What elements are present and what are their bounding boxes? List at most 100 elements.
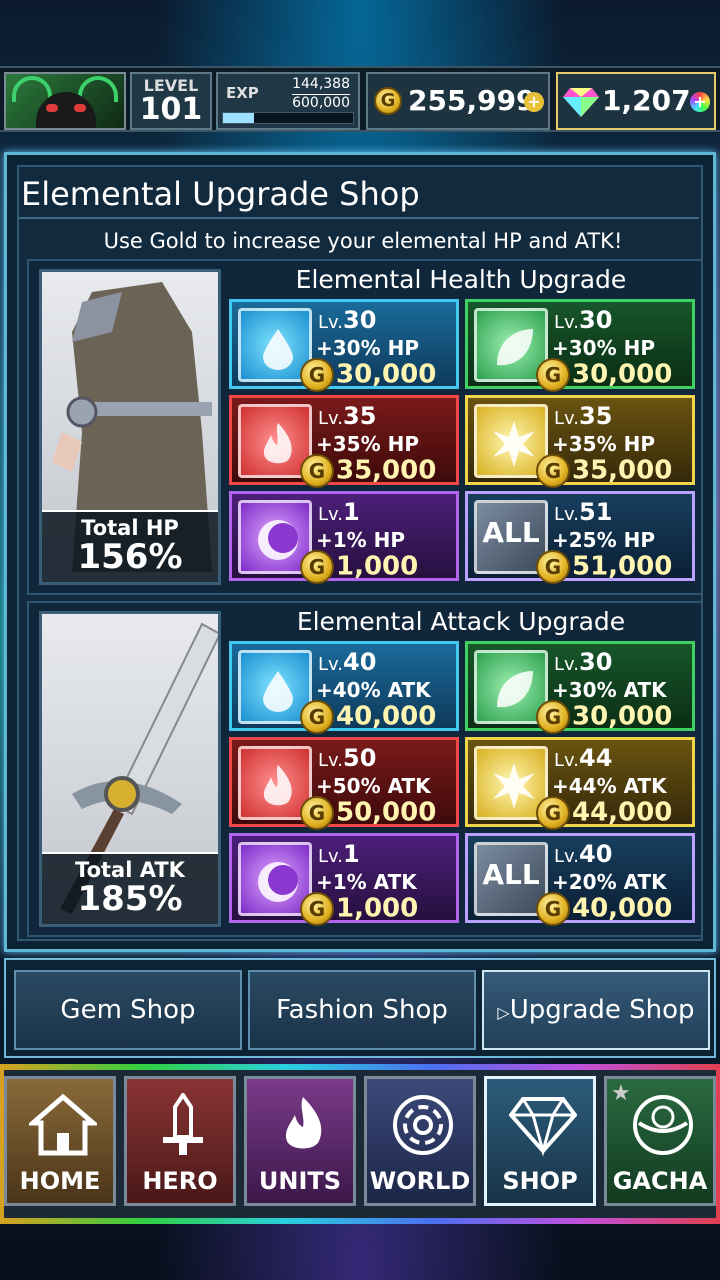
nav-shop-label: SHOP (502, 1167, 578, 1195)
gold-coin-icon: G (300, 892, 334, 926)
health-upgrade-tile-water[interactable]: Lv.30 +30% HP G 30,000 (229, 299, 459, 392)
attack-upgrade-tile-fire[interactable]: Lv.50 +50% ATK G 50,000 (229, 737, 459, 830)
tile-level-prefix: Lv. (554, 408, 580, 429)
tile-cost: G 30,000 (536, 700, 672, 734)
gem-counter[interactable]: 1,207 + (556, 72, 716, 130)
tile-cost-value: 30,000 (336, 359, 437, 390)
tile-bonus: +40% ATK (316, 678, 431, 702)
gold-coin-icon: G (536, 892, 570, 926)
gold-coin-icon: G (300, 700, 334, 734)
tile-level: Lv.1 (318, 840, 360, 868)
tile-level-value: 1 (343, 840, 360, 868)
hero-portrait: Total HP 156% (39, 269, 221, 585)
add-gold-icon[interactable]: + (524, 92, 544, 112)
tile-level-prefix: Lv. (554, 846, 580, 867)
tile-level: Lv.30 (554, 648, 612, 676)
shop-subtitle: Use Gold to increase your elemental HP a… (103, 229, 623, 253)
nav-shop-button[interactable]: SHOP (484, 1076, 596, 1206)
gold-coin-icon: G (536, 796, 570, 830)
health-upgrade-tile-leaf[interactable]: Lv.30 +30% HP G 30,000 (465, 299, 695, 392)
tile-level-prefix: Lv. (318, 846, 344, 867)
tab-gem-shop[interactable]: Gem Shop (14, 970, 242, 1050)
tile-level-value: 1 (343, 498, 360, 526)
avatar-eye (74, 104, 86, 112)
tile-cost-value: 51,000 (572, 551, 673, 582)
tile-cost: G 50,000 (300, 796, 436, 830)
attack-upgrade-tile-dark[interactable]: Lv.1 +1% ATK G 1,000 (229, 833, 459, 926)
upgrade-shop-panel: Elemental Upgrade Shop Use Gold to incre… (4, 152, 716, 952)
tile-cost-value: 50,000 (336, 797, 437, 828)
attack-section-title: Elemental Attack Upgrade (296, 607, 626, 636)
tab-upgrade-shop[interactable]: ▷Upgrade Shop (482, 970, 710, 1050)
tile-level-prefix: Lv. (318, 750, 344, 771)
tab-upgrade-shop-label: Upgrade Shop (509, 995, 695, 1025)
bottom-nav: HOME HERO UNITS WORLD SHOP ★ GACHA (0, 1064, 720, 1224)
nav-world-button[interactable]: WORLD (364, 1076, 476, 1206)
gem-icon (563, 88, 599, 117)
tile-bonus: +30% ATK (552, 678, 667, 702)
gold-coin-icon: G (536, 550, 570, 584)
gold-counter[interactable]: G 255,999 + (366, 72, 550, 130)
gold-coin-icon: G (536, 358, 570, 392)
gold-coin-icon: G (300, 454, 334, 488)
tile-level: Lv.30 (554, 306, 612, 334)
level-value: 101 (139, 92, 203, 127)
tile-level-prefix: Lv. (554, 504, 580, 525)
nav-gacha-label: GACHA (612, 1167, 708, 1195)
add-gems-icon[interactable]: + (690, 92, 710, 112)
health-upgrade-tile-light[interactable]: Lv.35 +35% HP G 35,000 (465, 395, 695, 488)
nav-home-button[interactable]: HOME (4, 1076, 116, 1206)
health-upgrade-tile-fire[interactable]: Lv.35 +35% HP G 35,000 (229, 395, 459, 488)
home-icon (29, 1093, 97, 1156)
tile-level-prefix: Lv. (318, 504, 344, 525)
attack-upgrade-tile-light[interactable]: Lv.44 +44% ATK G 44,000 (465, 737, 695, 830)
tile-level-value: 35 (343, 402, 377, 430)
gold-amount: 255,999 (408, 84, 536, 117)
nav-hero-button[interactable]: HERO (124, 1076, 236, 1206)
nav-units-button[interactable]: UNITS (244, 1076, 356, 1206)
tile-level-value: 30 (579, 648, 613, 676)
attack-upgrade-tile-all[interactable]: ALL Lv.40 +20% ATK G 40,000 (465, 833, 695, 926)
tile-level-value: 35 (579, 402, 613, 430)
health-upgrade-tile-all[interactable]: ALL Lv.51 +25% HP G 51,000 (465, 491, 695, 584)
attack-upgrade-tile-leaf[interactable]: Lv.30 +30% ATK G 30,000 (465, 641, 695, 734)
tile-level-value: 51 (579, 498, 613, 526)
tile-cost-value: 30,000 (572, 701, 673, 732)
tile-bonus: +50% ATK (316, 774, 431, 798)
nav-world-label: WORLD (369, 1167, 471, 1195)
tab-fashion-shop[interactable]: Fashion Shop (248, 970, 476, 1050)
tile-level-value: 40 (579, 840, 613, 868)
tile-cost: G 1,000 (300, 550, 418, 584)
tile-bonus: +30% HP (316, 336, 419, 360)
health-section-title: Elemental Health Upgrade (295, 265, 627, 294)
tile-level-value: 44 (579, 744, 613, 772)
tile-cost: G 35,000 (536, 454, 672, 488)
tile-cost: G 30,000 (536, 358, 672, 392)
health-upgrade-tile-dark[interactable]: Lv.1 +1% HP G 1,000 (229, 491, 459, 584)
exp-label: EXP (226, 84, 259, 102)
gold-coin-icon: G (374, 87, 402, 115)
tile-level-prefix: Lv. (318, 654, 344, 675)
total-hp-box: Total HP 156% (42, 510, 218, 582)
health-upgrade-section: Total HP 156% Elemental Health Upgrade L… (27, 259, 703, 595)
tile-cost: G 40,000 (300, 700, 436, 734)
tile-bonus: +1% ATK (316, 870, 417, 894)
tile-bonus: +44% ATK (552, 774, 667, 798)
tile-bonus: +20% ATK (552, 870, 667, 894)
exp-max: 600,000 (292, 94, 350, 111)
nav-hero-label: HERO (142, 1167, 218, 1195)
gold-coin-icon: G (300, 358, 334, 392)
attack-upgrade-tile-water[interactable]: Lv.40 +40% ATK G 40,000 (229, 641, 459, 734)
player-avatar[interactable] (4, 72, 126, 130)
nav-gacha-button[interactable]: ★ GACHA (604, 1076, 716, 1206)
tile-cost: G 51,000 (536, 550, 672, 584)
tile-level-prefix: Lv. (554, 750, 580, 771)
tile-cost-value: 30,000 (572, 359, 673, 390)
tile-cost: G 40,000 (536, 892, 672, 926)
tile-cost-value: 40,000 (572, 893, 673, 924)
exp-progress-fill (223, 113, 255, 123)
tile-level-value: 50 (343, 744, 377, 772)
nav-home-label: HOME (19, 1167, 101, 1195)
tile-level: Lv.40 (318, 648, 376, 676)
flame-icon (285, 1097, 322, 1149)
